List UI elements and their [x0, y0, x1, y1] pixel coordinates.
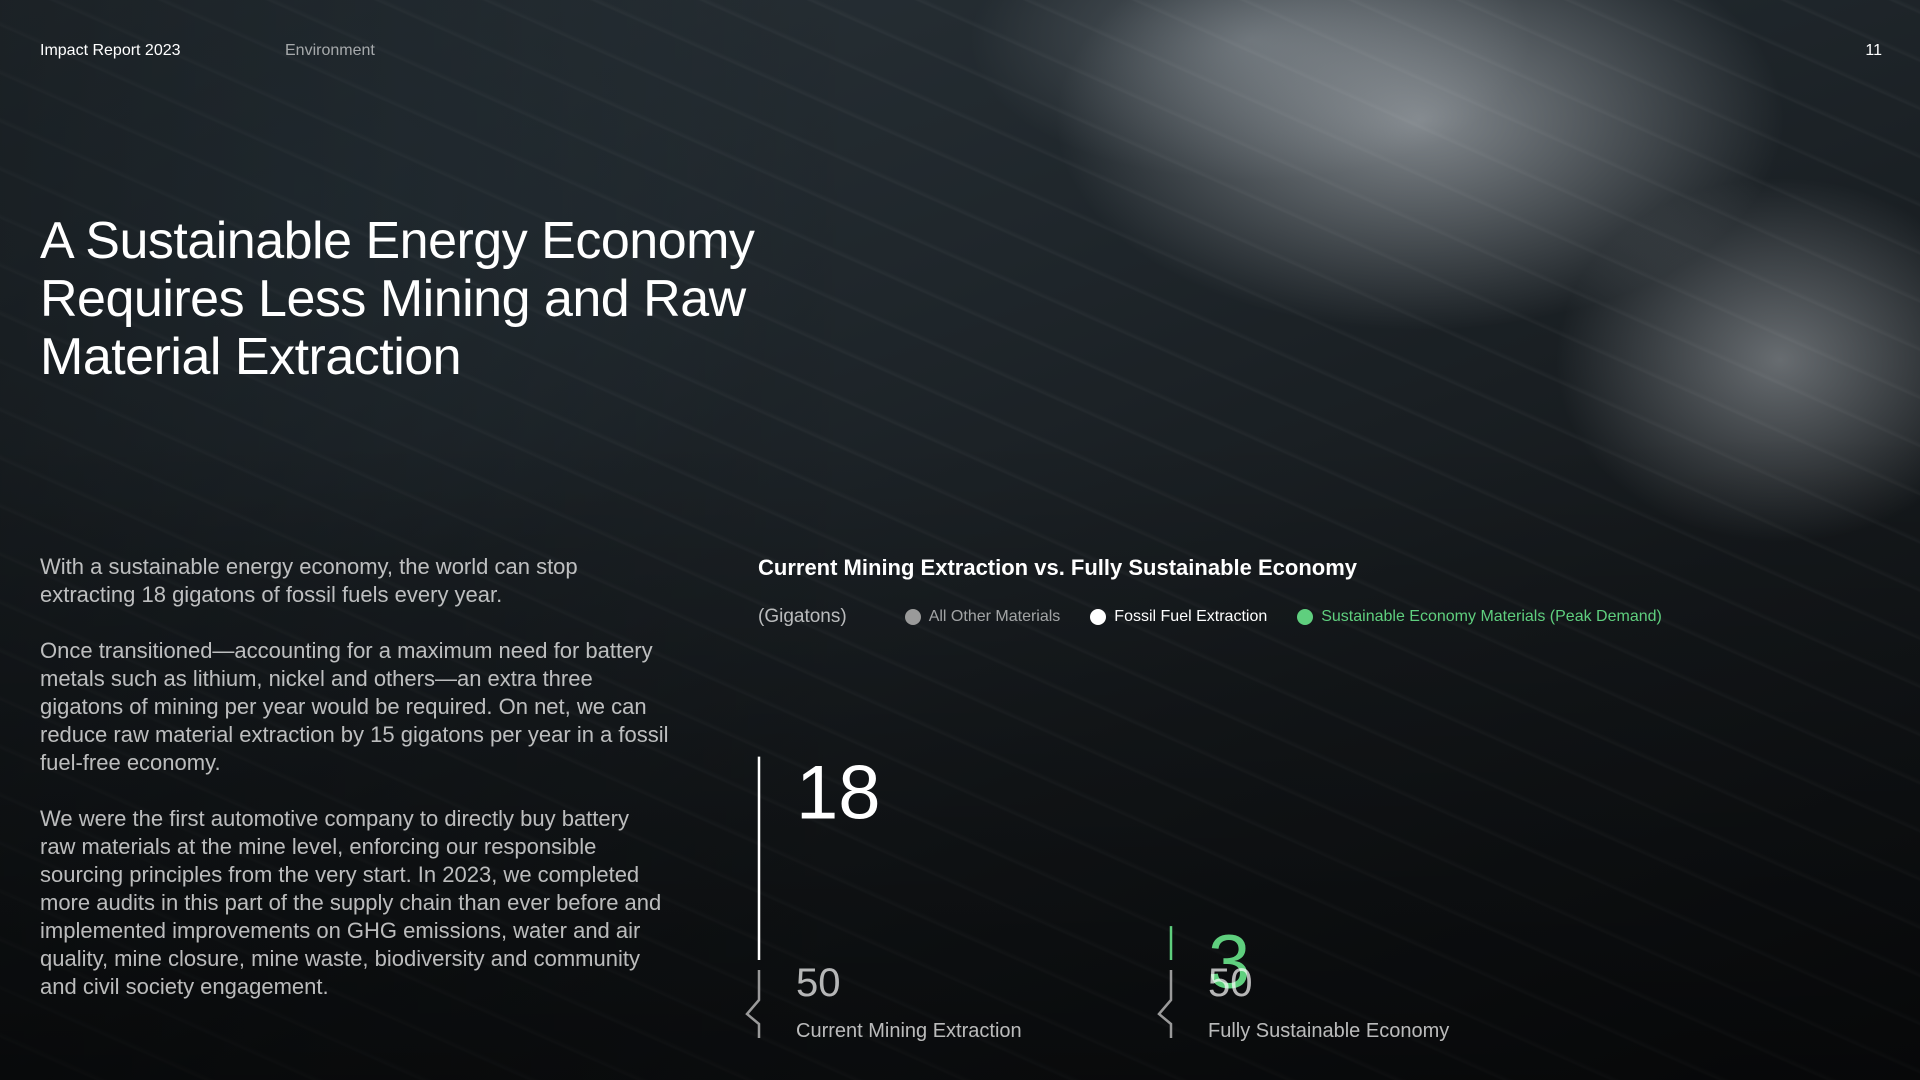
category-label: Fully Sustainable Economy: [1208, 1020, 1449, 1042]
bar-segment-all-other-materials: [1157, 970, 1173, 1038]
chart-plot: 1850Current Mining Extraction350Fully Su…: [745, 751, 1449, 1042]
slide: Impact Report 2023 Environment 11 A Sust…: [0, 0, 1920, 1080]
bar-segment-all-other-materials: [745, 970, 761, 1038]
data-label-top: 18: [796, 751, 881, 836]
data-label-all-other: 50: [1208, 961, 1253, 1005]
data-label-all-other: 50: [796, 961, 841, 1005]
category-label: Current Mining Extraction: [796, 1020, 1022, 1042]
